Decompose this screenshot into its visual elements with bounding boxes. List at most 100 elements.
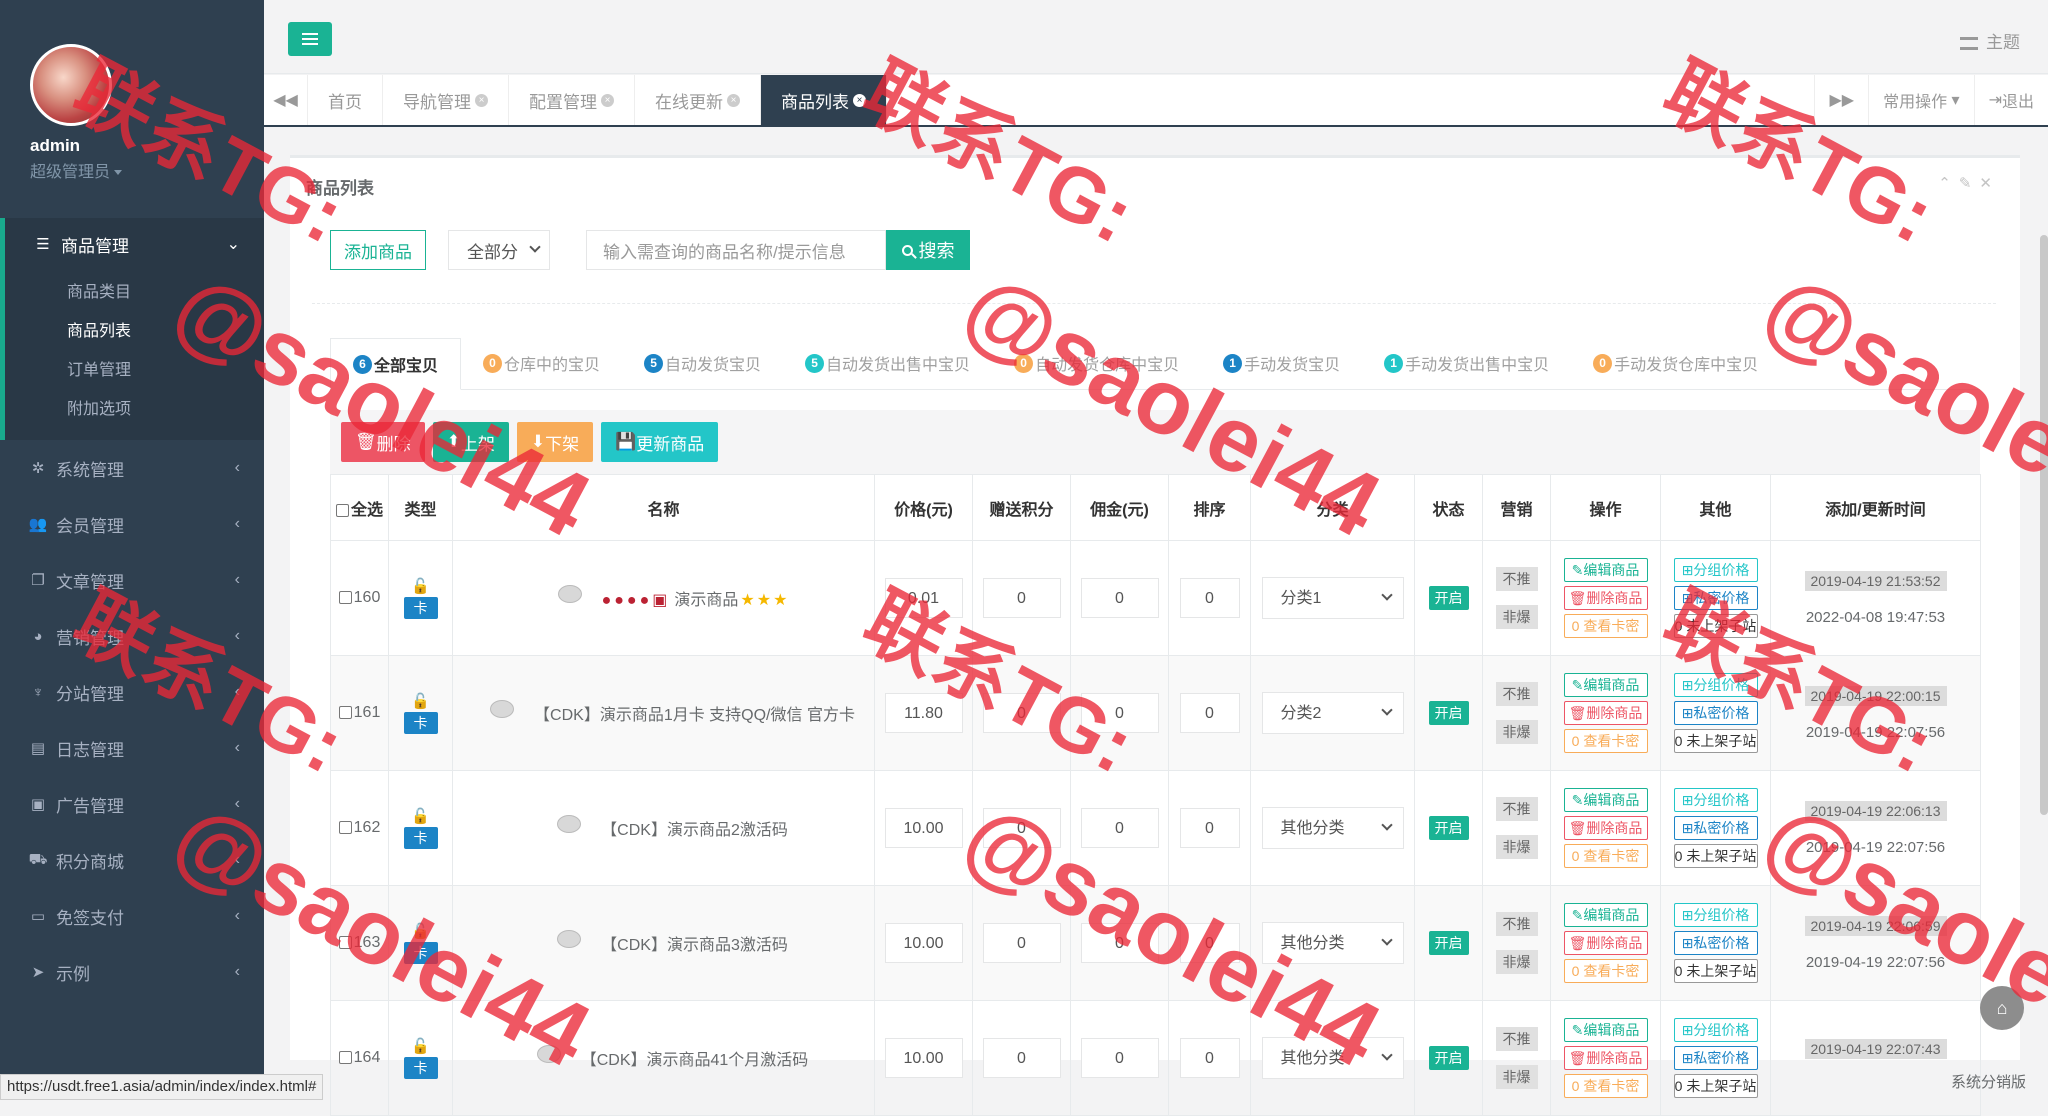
tab-config-manage[interactable]: 配置管理 × — [509, 75, 635, 125]
filter-tab-auto-selling[interactable]: 5 自动发货出售中宝贝 — [783, 337, 992, 389]
sort-input[interactable]: 0 — [1179, 923, 1240, 963]
push-tag[interactable]: 不推 — [1495, 797, 1538, 821]
table-row[interactable]: 164 🔓 卡【CDK】演示商品41个月激活码 10.00 0 0 0 其他分类 开启 不推 非爆 ✎… — [330, 1000, 1981, 1116]
filter-tab-all[interactable]: 6 全部宝贝 — [330, 338, 462, 390]
points-input[interactable]: 0 — [982, 693, 1061, 733]
sort-input[interactable]: 0 — [1179, 578, 1240, 618]
sort-input[interactable]: 0 — [1179, 808, 1240, 848]
points-input[interactable]: 0 — [982, 923, 1061, 963]
sub-site-button[interactable]: 0 未上架子站 — [1673, 1074, 1758, 1098]
row-checkbox[interactable] — [338, 706, 352, 720]
nav-item-marketing[interactable]: ◕ 营销管理 ‹ — [0, 608, 264, 664]
points-input[interactable]: 0 — [982, 578, 1061, 618]
sub-site-button[interactable]: 0 未上架子站 — [1673, 614, 1758, 638]
table-row[interactable]: 160 🔓 卡 ●●●●▣ 演示商品 ★ ★ ★ 0.01 0 0 0 分类1 开启 不推 非爆 ✎编辑商品 🗑删… — [330, 540, 1981, 656]
table-row[interactable]: 161 🔓 卡【CDK】演示商品1月卡 支持QQ/微信 官方卡 11.80 0 0 0 分类2… — [330, 655, 1981, 771]
goods-name-link[interactable]: 【CDK】演示商品3激活码 — [601, 937, 788, 954]
wrench-icon[interactable]: ✎ — [1959, 175, 1980, 192]
row-select-cell[interactable]: 160 — [330, 540, 389, 656]
unlock-icon[interactable]: 🔓 — [389, 1037, 452, 1055]
theme-button[interactable]: 主题 — [1960, 28, 2020, 53]
commission-input[interactable]: 0 — [1080, 1038, 1159, 1078]
status-toggle[interactable]: 开启 — [1428, 816, 1469, 840]
secret-price-button[interactable]: ⊞私密价格 — [1673, 701, 1758, 725]
unlock-icon[interactable]: 🔓 — [389, 807, 452, 825]
common-actions-dropdown[interactable]: 常用操作 ▾ — [1868, 75, 1974, 125]
filter-tab-warehouse[interactable]: 0 仓库中的宝贝 — [461, 337, 622, 389]
hot-tag[interactable]: 非爆 — [1495, 950, 1538, 974]
sort-input[interactable]: 0 — [1179, 693, 1240, 733]
home-button[interactable]: ⌂ — [1980, 986, 2024, 1030]
sub-site-button[interactable]: 0 未上架子站 — [1673, 844, 1758, 868]
price-input[interactable]: 10.00 — [884, 923, 963, 963]
close-icon[interactable]: ✕ — [1979, 175, 2000, 192]
row-select-cell[interactable]: 164 — [330, 1000, 389, 1116]
select-all-header[interactable]: 全选 — [330, 474, 389, 541]
tabs-scroll-right-button[interactable]: ▶▶ — [1814, 75, 1868, 125]
unlock-icon[interactable]: 🔓 — [389, 922, 452, 940]
avatar[interactable] — [30, 44, 112, 126]
price-input[interactable]: 11.80 — [884, 693, 963, 733]
goods-name-link[interactable]: 演示商品 — [674, 592, 738, 609]
unlock-icon[interactable]: 🔓 — [389, 692, 452, 710]
close-icon[interactable]: × — [727, 93, 740, 107]
category-select[interactable]: 分类1 — [1261, 577, 1404, 619]
points-input[interactable]: 0 — [982, 808, 1061, 848]
filter-tab-manual-warehouse[interactable]: 0 手动发货仓库中宝贝 — [1571, 337, 1780, 389]
row-checkbox[interactable] — [338, 1051, 352, 1065]
nav-item-example[interactable]: ➤ 示例 ‹ — [0, 944, 264, 1000]
nav-item-payment[interactable]: ▭ 免签支付 ‹ — [0, 888, 264, 944]
commission-input[interactable]: 0 — [1080, 693, 1159, 733]
row-checkbox[interactable] — [338, 821, 352, 835]
price-input[interactable]: 10.00 — [884, 808, 963, 848]
secret-price-button[interactable]: ⊞私密价格 — [1673, 816, 1758, 840]
hot-tag[interactable]: 非爆 — [1495, 605, 1538, 629]
tab-online-update[interactable]: 在线更新 × — [635, 75, 761, 125]
push-tag[interactable]: 不推 — [1495, 567, 1538, 591]
secret-price-button[interactable]: ⊞私密价格 — [1673, 586, 1758, 610]
bulk-up-button[interactable]: ⬆ 上架 — [432, 422, 509, 462]
filter-tab-manual-selling[interactable]: 1 手动发货出售中宝贝 — [1362, 337, 1571, 389]
hot-tag[interactable]: 非爆 — [1495, 1065, 1538, 1089]
table-row[interactable]: 163 🔓 卡【CDK】演示商品3激活码 10.00 0 0 0 其他分类 开启 不推 非爆 ✎编辑商… — [330, 885, 1981, 1001]
group-price-button[interactable]: ⊞分组价格 — [1673, 673, 1758, 697]
filter-tab-manual[interactable]: 1 手动发货宝贝 — [1201, 337, 1362, 389]
view-card-button[interactable]: 0 查看卡密 — [1563, 959, 1648, 983]
close-icon[interactable]: × — [853, 93, 866, 107]
bulk-down-button[interactable]: ⬇ 下架 — [516, 422, 594, 462]
add-goods-button[interactable]: 添加商品 — [330, 230, 426, 270]
edit-goods-button[interactable]: ✎编辑商品 — [1563, 558, 1648, 582]
edit-goods-button[interactable]: ✎编辑商品 — [1563, 788, 1648, 812]
hot-tag[interactable]: 非爆 — [1495, 835, 1538, 859]
edit-goods-button[interactable]: ✎编辑商品 — [1563, 673, 1648, 697]
sub-item-orders[interactable]: 订单管理 — [5, 348, 264, 387]
status-toggle[interactable]: 开启 — [1428, 931, 1469, 955]
delete-goods-button[interactable]: 🗑删除商品 — [1563, 1046, 1648, 1070]
commission-input[interactable]: 0 — [1080, 923, 1159, 963]
push-tag[interactable]: 不推 — [1495, 682, 1538, 706]
delete-goods-button[interactable]: 🗑删除商品 — [1563, 701, 1648, 725]
tab-nav-manage[interactable]: 导航管理 × — [383, 75, 509, 125]
page-scrollbar[interactable] — [2040, 235, 2048, 815]
category-select[interactable]: 分类2 — [1261, 692, 1404, 734]
category-select[interactable]: 全部分 — [448, 230, 550, 270]
nav-item-ads[interactable]: ▣ 广告管理 ‹ — [0, 776, 264, 832]
edit-goods-button[interactable]: ✎编辑商品 — [1563, 1018, 1648, 1042]
view-card-button[interactable]: 0 查看卡密 — [1563, 1074, 1648, 1098]
logout-button[interactable]: ⇥ 退出 — [1973, 75, 2048, 125]
filter-tab-auto-warehouse[interactable]: 0 自动发货仓库中宝贝 — [992, 337, 1201, 389]
nav-item-points-mall[interactable]: ⛟ 积分商城 ‹ — [0, 832, 264, 888]
sub-site-button[interactable]: 0 未上架子站 — [1673, 959, 1758, 983]
tab-goods-list[interactable]: 商品列表 × — [761, 75, 887, 125]
push-tag[interactable]: 不推 — [1495, 1027, 1538, 1051]
delete-goods-button[interactable]: 🗑删除商品 — [1563, 586, 1648, 610]
nav-item-articles[interactable]: ❐ 文章管理 ‹ — [0, 552, 264, 608]
delete-goods-button[interactable]: 🗑删除商品 — [1563, 816, 1648, 840]
status-toggle[interactable]: 开启 — [1428, 1046, 1469, 1070]
goods-name-link[interactable]: 【CDK】演示商品1月卡 支持QQ/微信 官方卡 — [534, 707, 855, 724]
group-price-button[interactable]: ⊞分组价格 — [1673, 903, 1758, 927]
unlock-icon[interactable]: 🔓 — [389, 577, 452, 595]
nav-item-logs[interactable]: ▤ 日志管理 ‹ — [0, 720, 264, 776]
bulk-update-button[interactable]: 💾 更新商品 — [601, 422, 719, 462]
hot-tag[interactable]: 非爆 — [1495, 720, 1538, 744]
